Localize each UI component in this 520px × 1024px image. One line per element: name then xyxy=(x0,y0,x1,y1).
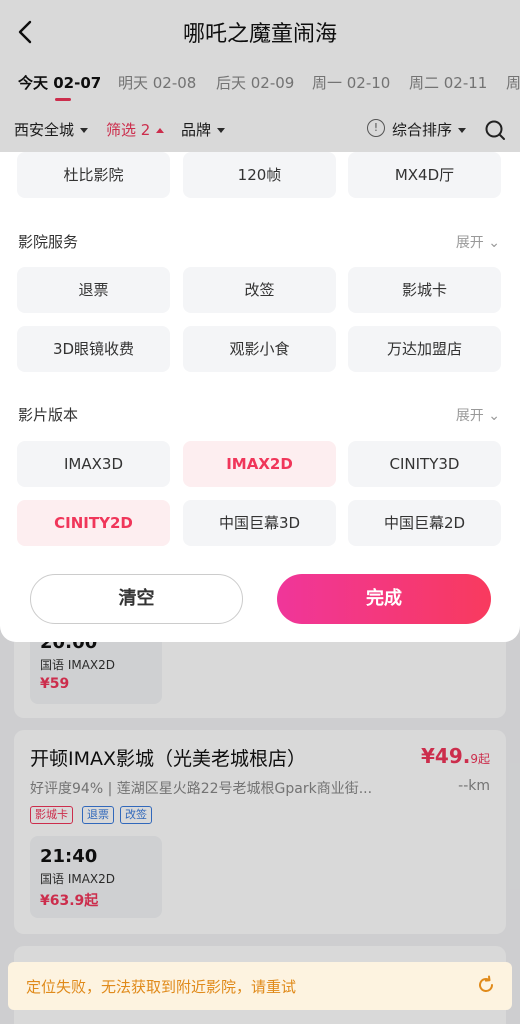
chevron-down-icon: ⌄ xyxy=(488,235,500,251)
info-icon[interactable]: ! xyxy=(367,119,385,137)
clear-button[interactable]: 清空 xyxy=(30,574,243,624)
chip-imax2d[interactable]: IMAX2D xyxy=(183,441,336,487)
chip-china-giant-2d[interactable]: 中国巨幕2D xyxy=(348,500,501,546)
chip-cinity2d[interactable]: CINITY2D xyxy=(17,500,170,546)
expand-versions[interactable]: 展开 ⌄ xyxy=(456,405,500,425)
toast-message: 定位失败，无法获取到附近影院，请重试 xyxy=(26,978,297,996)
chevron-down-icon: ⌄ xyxy=(488,408,500,424)
chip-120fps[interactable]: 120帧 xyxy=(183,152,336,198)
chip-snacks[interactable]: 观影小食 xyxy=(183,326,336,372)
chip-refund[interactable]: 退票 xyxy=(17,267,170,313)
chip-3d-glasses-fee[interactable]: 3D眼镜收费 xyxy=(17,326,170,372)
section-title-versions: 影片版本 xyxy=(18,406,79,424)
chip-mx4d[interactable]: MX4D厅 xyxy=(348,152,501,198)
refresh-icon[interactable] xyxy=(476,975,496,995)
section-title-services: 影院服务 xyxy=(18,233,79,251)
chip-change-ticket[interactable]: 改签 xyxy=(183,267,336,313)
expand-label: 展开 xyxy=(455,235,484,251)
chip-imax3d[interactable]: IMAX3D xyxy=(17,441,170,487)
chip-dolby[interactable]: 杜比影院 xyxy=(17,152,170,198)
expand-services[interactable]: 展开 ⌄ xyxy=(456,232,500,252)
chip-wanda-franchise[interactable]: 万达加盟店 xyxy=(348,326,501,372)
location-toast[interactable]: 定位失败，无法获取到附近影院，请重试 xyxy=(8,962,512,1010)
done-button[interactable]: 完成 xyxy=(277,574,491,624)
chip-cinity3d[interactable]: CINITY3D xyxy=(348,441,501,487)
chip-cinema-card[interactable]: 影城卡 xyxy=(348,267,501,313)
chip-china-giant-3d[interactable]: 中国巨幕3D xyxy=(183,500,336,546)
filter-panel: 杜比影院 120帧 MX4D厅 影院服务 展开 ⌄ 退票 改签 影城卡 3D眼镜… xyxy=(0,152,520,642)
expand-label: 展开 xyxy=(455,408,484,424)
search-icon[interactable] xyxy=(484,119,506,141)
